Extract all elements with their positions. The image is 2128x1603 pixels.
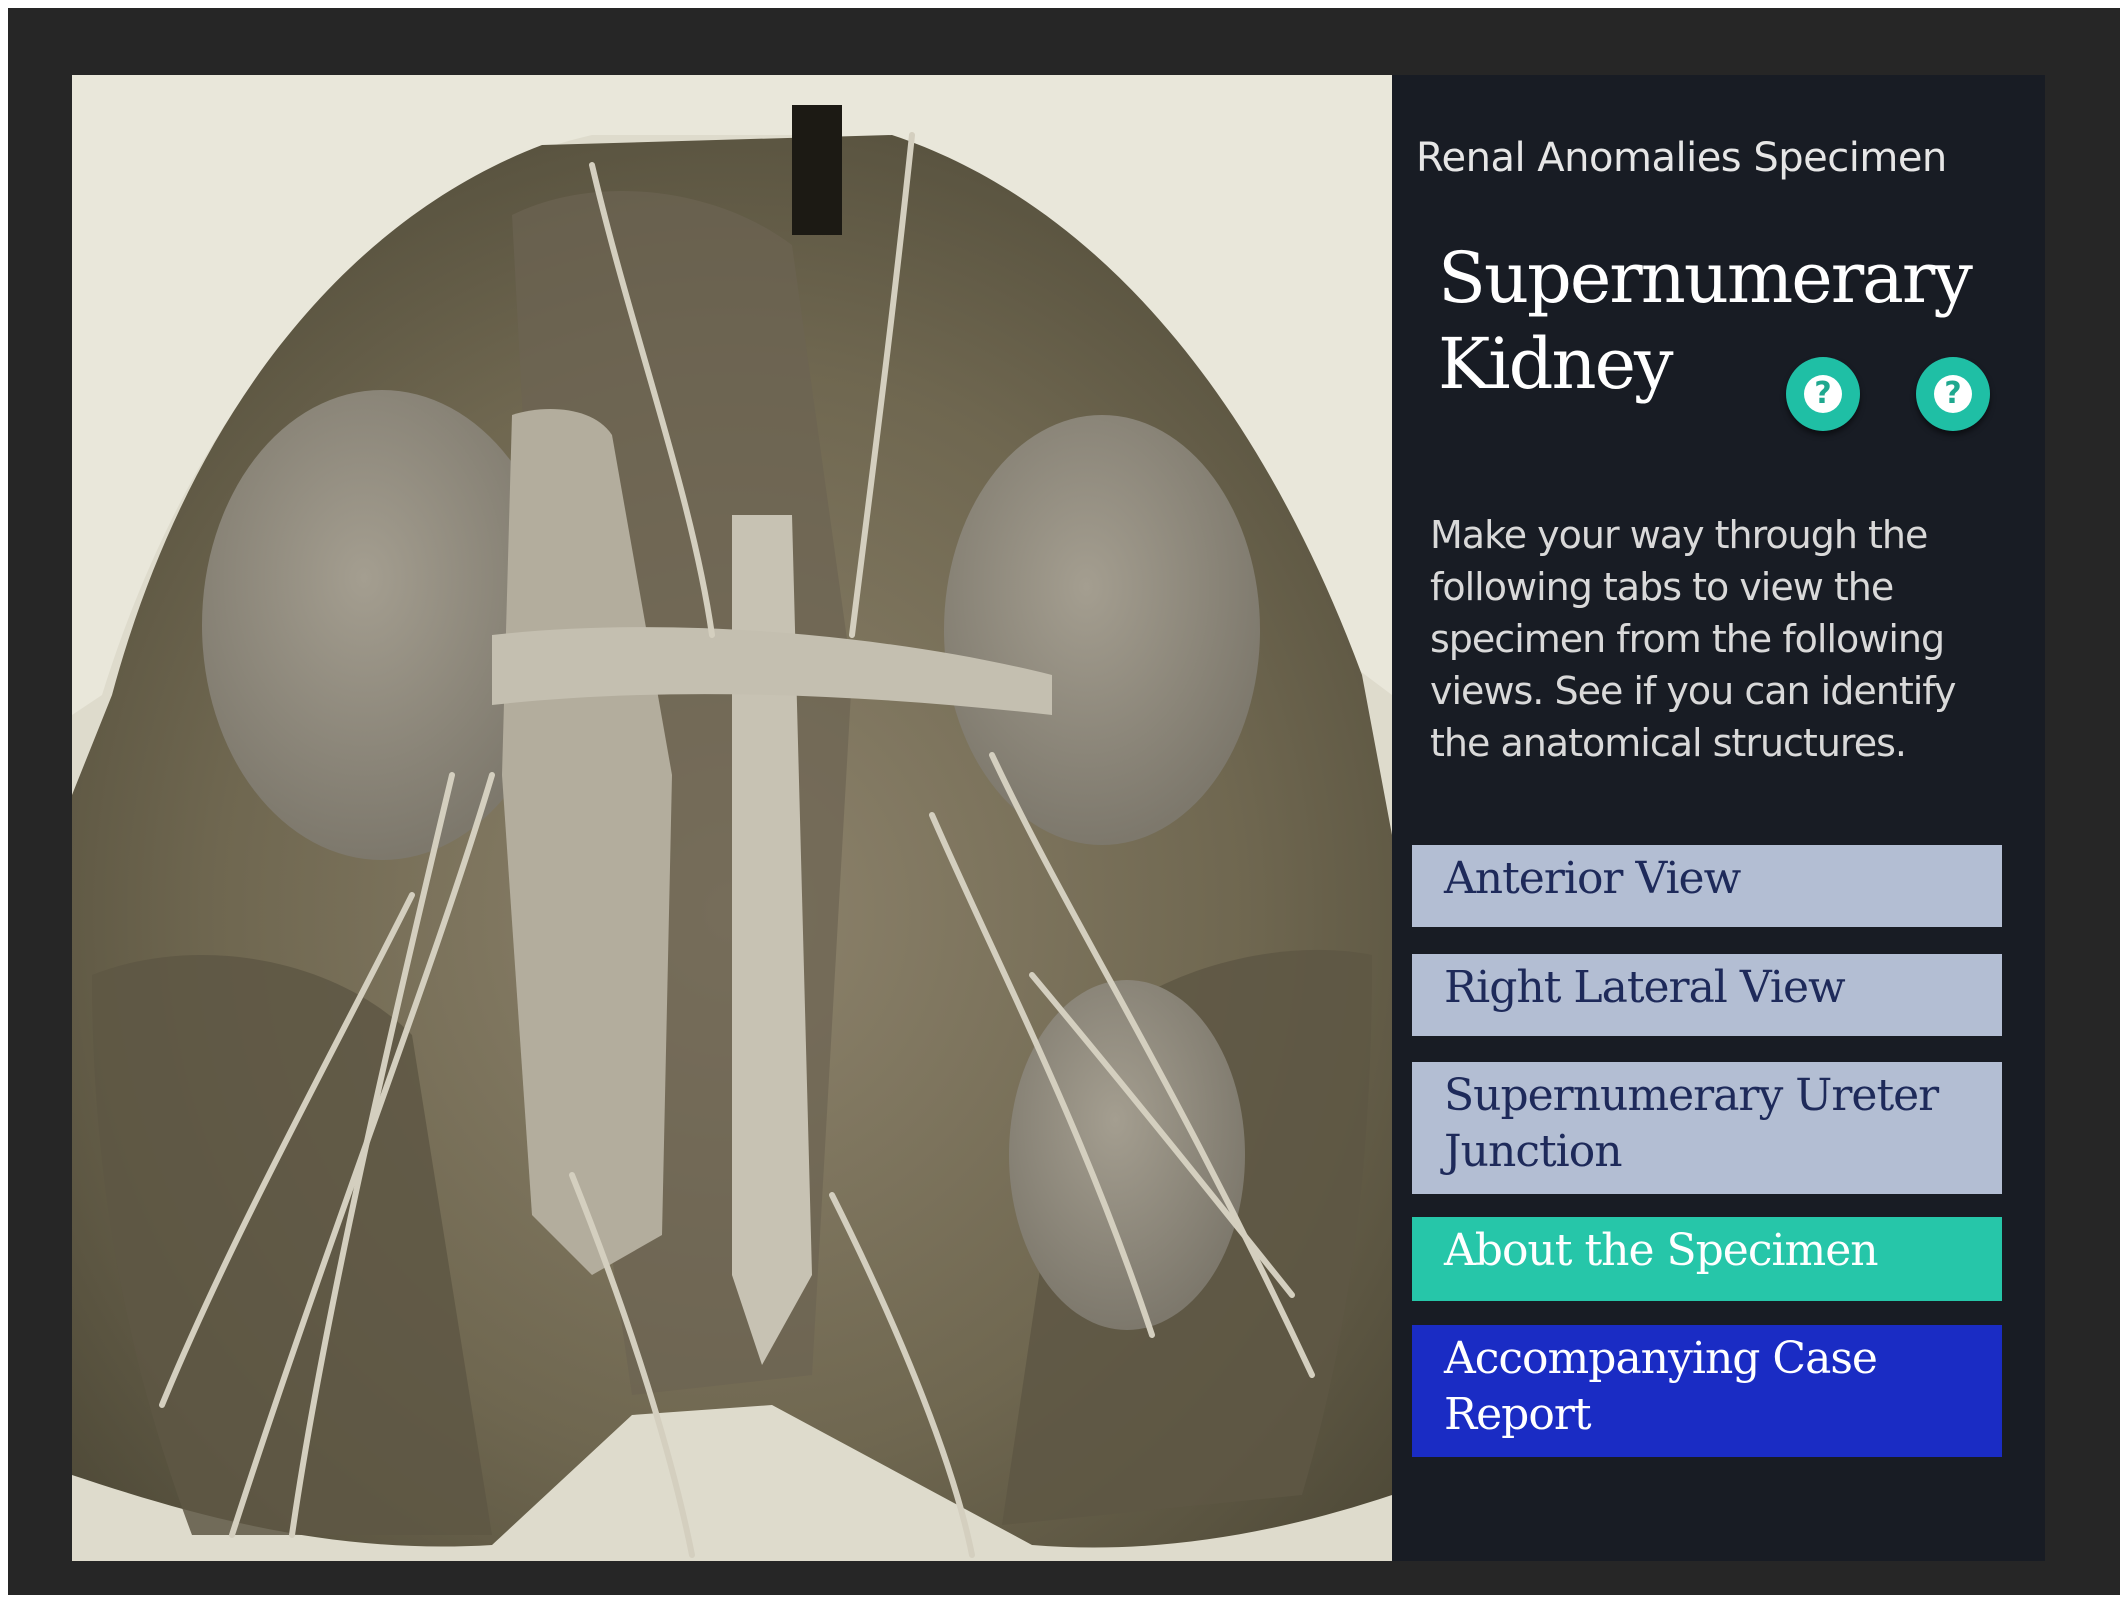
tab-right-lateral-view[interactable]: Right Lateral View xyxy=(1412,954,2002,1036)
tab-accompanying-case-report[interactable]: Accompanying Case Report xyxy=(1412,1325,2002,1457)
info-panel: Renal Anomalies Specimen Supernumerary K… xyxy=(1392,75,2045,1561)
help-icon: ? xyxy=(1804,375,1842,413)
help-button[interactable]: ? xyxy=(1786,357,1860,431)
tab-anterior-view[interactable]: Anterior View xyxy=(1412,845,2002,927)
tab-supernumerary-ureter-junction[interactable]: Supernumerary Ureter Junction xyxy=(1412,1062,2002,1194)
instructions-text: Make your way through the following tabs… xyxy=(1430,513,1956,765)
help-button[interactable]: ? xyxy=(1916,357,1990,431)
tab-about-the-specimen[interactable]: About the Specimen xyxy=(1412,1217,2002,1301)
specimen-photo xyxy=(72,75,1392,1561)
specimen-category: Renal Anomalies Specimen xyxy=(1416,135,1947,181)
viewer-frame: Renal Anomalies Specimen Supernumerary K… xyxy=(8,8,2120,1595)
help-icon: ? xyxy=(1934,375,1972,413)
